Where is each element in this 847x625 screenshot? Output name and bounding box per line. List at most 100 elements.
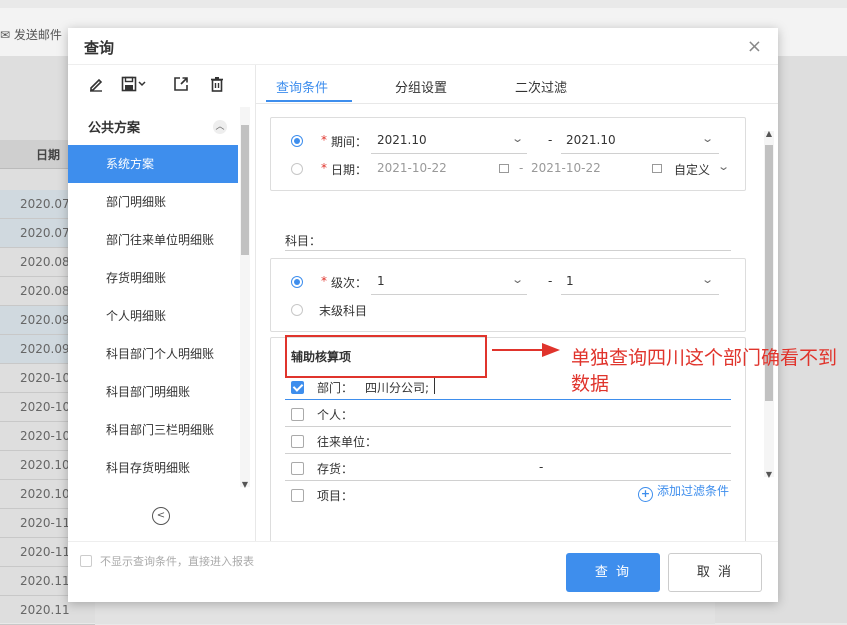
subject-label: 科目：	[285, 234, 322, 248]
plus-circle-icon: +	[638, 487, 653, 502]
cancel-button[interactable]: 取 消	[668, 553, 762, 592]
inventory-label: 存货：	[317, 462, 354, 476]
date-mode-select[interactable]: 自定义	[674, 161, 710, 178]
level-from-underline	[371, 294, 527, 295]
period-label: 期间：	[331, 135, 368, 149]
calendar-icon[interactable]	[499, 164, 509, 173]
add-filter-label: 添加过滤条件	[657, 484, 730, 498]
dialog-header: 查询 ×	[68, 28, 778, 65]
plan-list: 公共方案 ︿ 系统方案 部门明细账 部门往来单位明细账 存货明细账 个人明细账 …	[68, 107, 238, 491]
chevron-up-icon[interactable]: ︿	[213, 120, 227, 134]
form-scrollbar[interactable]: ▲ ▼	[764, 129, 774, 479]
tab-secondary-filter[interactable]: 二次过滤	[515, 77, 567, 96]
plan-item[interactable]: 科目部门个人明细账	[68, 335, 238, 373]
plan-item[interactable]: 部门往来单位明细账	[68, 221, 238, 259]
inventory-input[interactable]	[285, 480, 731, 481]
person-checkbox[interactable]	[291, 408, 304, 421]
leaf-subject-row: 末级科目	[271, 297, 747, 323]
query-dialog: 查询 × 公共方案 ︿ 系统方案 部门明细账 部门往来单位明细账 存货明细账 个…	[68, 28, 778, 602]
leaf-subject-radio[interactable]	[291, 304, 303, 316]
period-to-value[interactable]: 2021.10	[566, 133, 616, 147]
partner-checkbox[interactable]	[291, 435, 304, 448]
date-header-label: 日期	[36, 148, 61, 162]
active-tab-indicator	[266, 100, 352, 102]
required-mark: *	[321, 133, 327, 147]
partner-input[interactable]	[285, 453, 731, 454]
query-button[interactable]: 查 询	[566, 553, 660, 592]
level-row: * 级次： 1 ⌄ - 1 ⌄	[271, 269, 747, 295]
date-row: * 日期： 2021-10-22 - 2021-10-22 自定义 ⌄	[271, 156, 747, 182]
level-box: * 级次： 1 ⌄ - 1 ⌄ 末级科目	[270, 258, 746, 332]
plan-panel: 公共方案 ︿ 系统方案 部门明细账 部门往来单位明细账 存货明细账 个人明细账 …	[68, 65, 256, 541]
period-from-underline	[371, 153, 527, 154]
chevron-down-icon[interactable]: ⌄	[717, 160, 730, 173]
chevron-down-icon[interactable]: ⌄	[511, 132, 524, 145]
level-from-value[interactable]: 1	[377, 274, 385, 288]
inventory-checkbox[interactable]	[291, 462, 304, 475]
required-mark: *	[321, 161, 327, 175]
save-icon[interactable]	[120, 73, 150, 95]
scroll-up-icon[interactable]: ▲	[764, 129, 774, 138]
department-checkbox[interactable]	[291, 381, 304, 394]
tab-query-conditions[interactable]: 查询条件	[276, 77, 328, 96]
inventory-value[interactable]: -	[539, 460, 543, 474]
scroll-down-icon[interactable]: ▼	[240, 480, 250, 489]
period-to-underline	[561, 153, 719, 154]
add-filter-button[interactable]: + 添加过滤条件	[638, 482, 729, 502]
query-conditions-form: * 期间： 2021.10 ⌄ - 2021.10 ⌄ * 日期： 2021-1…	[256, 104, 778, 541]
person-input[interactable]	[285, 426, 731, 427]
department-label: 部门：	[317, 381, 354, 395]
annotation-arrow-icon	[492, 343, 560, 357]
plan-item[interactable]: 存货明细账	[68, 259, 238, 297]
period-date-box: * 期间： 2021.10 ⌄ - 2021.10 ⌄ * 日期： 2021-1…	[270, 117, 746, 191]
public-plan-title: 公共方案	[88, 121, 141, 136]
department-value[interactable]: 四川分公司;	[365, 379, 429, 396]
skip-conditions-label: 不显示查询条件，直接进入报表	[100, 555, 254, 568]
project-label: 项目：	[317, 489, 354, 503]
close-icon[interactable]: ×	[747, 36, 762, 57]
partner-label: 往来单位：	[317, 435, 378, 449]
project-checkbox[interactable]	[291, 489, 304, 502]
level-label: 级次：	[331, 276, 368, 290]
aux-item-person: 个人：	[271, 401, 747, 427]
subject-input[interactable]	[285, 250, 731, 251]
required-mark: *	[321, 274, 327, 288]
scrollbar-thumb[interactable]	[241, 125, 249, 255]
chevron-down-icon[interactable]: ⌄	[701, 132, 714, 145]
collapse-left-icon[interactable]: <	[152, 507, 170, 525]
plan-item[interactable]: 科目存货明细账	[68, 449, 238, 487]
export-icon[interactable]	[170, 73, 192, 95]
period-from-value[interactable]: 2021.10	[377, 133, 427, 147]
edit-icon[interactable]	[85, 73, 107, 95]
date-separator: -	[519, 161, 524, 175]
query-tabs: 查询条件 分组设置 二次过滤	[256, 65, 778, 104]
level-separator: -	[548, 274, 553, 288]
date-from-value[interactable]: 2021-10-22	[377, 161, 447, 175]
skip-conditions-checkbox[interactable]	[80, 555, 92, 567]
annotation-highlight-box	[285, 335, 487, 378]
send-mail-action[interactable]: ✉ 发送邮件	[0, 26, 62, 43]
level-to-value[interactable]: 1	[566, 274, 574, 288]
public-plan-group[interactable]: 公共方案 ︿	[68, 107, 238, 143]
plan-item[interactable]: 科目部门三栏明细账	[68, 411, 238, 449]
scroll-down-icon[interactable]: ▼	[764, 470, 774, 479]
aux-item-inventory: 存货： -	[271, 455, 747, 481]
delete-icon[interactable]	[206, 73, 228, 95]
plan-item[interactable]: 部门明细账	[68, 183, 238, 221]
plan-item[interactable]: 系统方案	[68, 145, 238, 183]
date-radio[interactable]	[291, 163, 303, 175]
level-to-underline	[561, 294, 719, 295]
dialog-title: 查询	[84, 39, 115, 57]
date-to-value[interactable]: 2021-10-22	[531, 161, 601, 175]
chevron-down-icon[interactable]: ⌄	[701, 273, 714, 286]
chevron-down-icon[interactable]: ⌄	[511, 273, 524, 286]
send-mail-label: 发送邮件	[13, 28, 62, 42]
calendar-icon[interactable]	[652, 164, 662, 173]
period-radio[interactable]	[291, 135, 303, 147]
aux-item-partner: 往来单位：	[271, 428, 747, 454]
plan-item[interactable]: 科目部门明细账	[68, 373, 238, 411]
plan-item[interactable]: 个人明细账	[68, 297, 238, 335]
tab-group-settings[interactable]: 分组设置	[395, 77, 447, 96]
level-radio[interactable]	[291, 276, 303, 288]
plan-list-scrollbar[interactable]: ▼	[240, 107, 250, 489]
